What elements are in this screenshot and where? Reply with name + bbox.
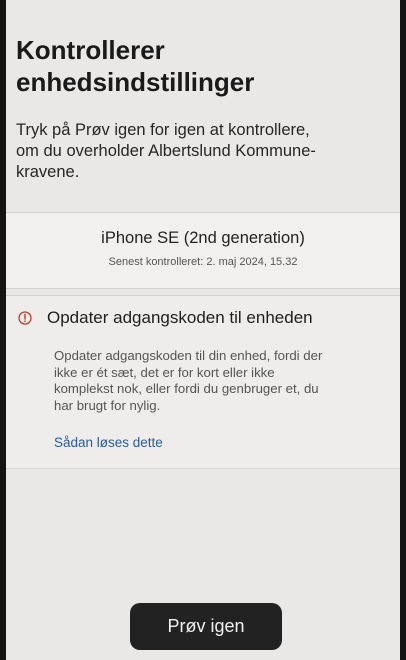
page-subtitle: Tryk på Prøv igen for igen at kontroller…	[16, 121, 316, 181]
how-to-fix-link[interactable]: Sådan løses dette	[54, 435, 163, 450]
issue-header: Opdater adgangskoden til enheden	[18, 308, 313, 328]
header: Kontrollerer enhedsindstillinger Tryk på…	[6, 0, 400, 183]
warning-circle-icon	[18, 311, 32, 325]
retry-button[interactable]: Prøv igen	[130, 603, 282, 650]
issue-description: Opdater adgangskoden til din enhed, ford…	[54, 348, 323, 413]
device-name: iPhone SE (2nd generation)	[101, 229, 305, 247]
device-card: iPhone SE (2nd generation) Senest kontro…	[6, 212, 400, 289]
issue-title: Opdater adgangskoden til enheden	[47, 308, 313, 327]
app-screen: Kontrollerer enhedsindstillinger Tryk på…	[6, 0, 400, 660]
last-checked-timestamp: Senest kontrolleret: 2. maj 2024, 15.32	[108, 256, 298, 268]
compliance-issue: Opdater adgangskoden til enheden Opdater…	[6, 295, 400, 469]
page-title: Kontrollerer enhedsindstillinger	[16, 35, 255, 97]
